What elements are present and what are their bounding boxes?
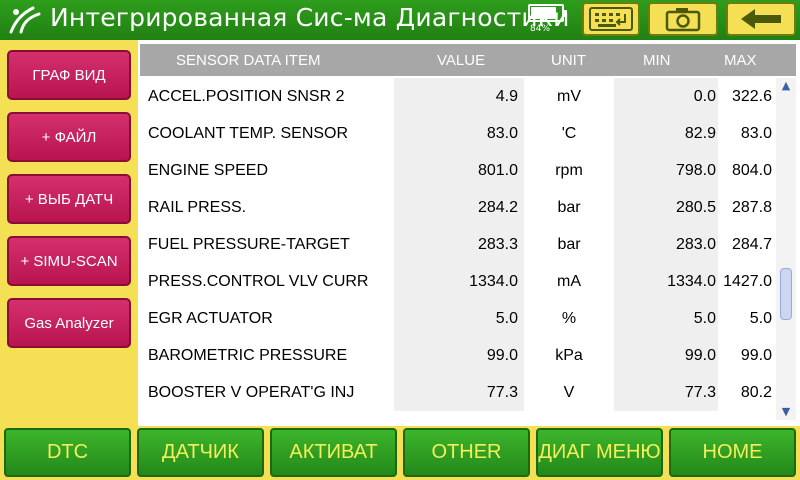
back-button[interactable] bbox=[726, 2, 796, 36]
screenshot-button[interactable] bbox=[648, 2, 718, 36]
sensor-name-cell: BOOSTER V OPERAT'G INJ bbox=[148, 384, 355, 401]
keyboard-button[interactable] bbox=[582, 2, 640, 36]
camera-icon bbox=[665, 8, 701, 32]
sensor-name-cell: FUEL PRESSURE-TARGET bbox=[148, 236, 350, 253]
unit-cell: % bbox=[561, 310, 577, 327]
value-cell: 284.2 bbox=[394, 189, 524, 226]
max-cell: 804.0 bbox=[731, 162, 772, 179]
min-cell: 5.0 bbox=[614, 300, 718, 337]
table-body: ACCEL.POSITION SNSR 2 4.9 mV 0.0 322.6 COOLAN… bbox=[140, 78, 776, 420]
value-cell: 4.9 bbox=[394, 78, 524, 115]
max-cell: 1427.0 bbox=[723, 273, 772, 290]
min-cell: 283.0 bbox=[614, 226, 718, 263]
table-row[interactable]: RAIL PRESS. 284.2 bar 280.5 287.8 bbox=[140, 189, 776, 226]
max-cell: 5.0 bbox=[749, 310, 772, 327]
table-row[interactable]: PRESS.CONTROL VLV CURR 1334.0 mA 1334.0 1427… bbox=[140, 263, 776, 300]
sensor-data-table: SENSOR DATA ITEM VALUE UNIT MIN MAX ACCE… bbox=[138, 40, 800, 426]
title-bar: Интегрированная Сис-ма Диагностики 84% bbox=[0, 0, 800, 40]
value-cell: 5.0 bbox=[394, 300, 524, 337]
other-button[interactable]: OTHER bbox=[403, 428, 530, 477]
unit-cell: mA bbox=[557, 273, 581, 290]
column-header-item: SENSOR DATA ITEM bbox=[176, 52, 321, 69]
value-cell: 99.0 bbox=[394, 337, 524, 374]
sensor-button[interactable]: ДАТЧИК bbox=[137, 428, 264, 477]
value-cell: 1334.0 bbox=[394, 263, 524, 300]
table-row[interactable]: EGR ACTUATOR 5.0% 5.0 5.0 bbox=[140, 300, 776, 337]
min-cell: 280.5 bbox=[614, 189, 718, 226]
value-cell: 83.0 bbox=[394, 115, 524, 152]
min-cell: 82.9 bbox=[614, 115, 718, 152]
sensor-name-cell: RAIL PRESS. bbox=[148, 199, 247, 216]
unit-cell: rpm bbox=[555, 162, 583, 179]
min-cell: 798.0 bbox=[614, 152, 718, 189]
min-cell: 99.0 bbox=[614, 337, 718, 374]
table-row[interactable]: BOOSTER V OPERAT'G INJ 77.3 V 77.3 80.2 bbox=[140, 374, 776, 411]
dtc-button[interactable]: DTC bbox=[4, 428, 131, 477]
sensor-name-cell: BAROMETRIC PRESSURE bbox=[148, 347, 348, 364]
table-row[interactable]: FUEL PRESSURE-TARGET 283.3 bar 283.0 284.7 bbox=[140, 226, 776, 263]
sensor-name-cell: ENGINE SPEED bbox=[148, 162, 269, 179]
scroll-down-icon[interactable]: ▼ bbox=[776, 404, 796, 420]
unit-cell: kPa bbox=[555, 347, 583, 364]
max-cell: 99.0 bbox=[740, 347, 772, 364]
activate-button[interactable]: АКТИВАТ bbox=[270, 428, 397, 477]
battery-percent: 84% bbox=[530, 24, 551, 34]
min-cell: 1334.0 bbox=[614, 263, 718, 300]
file-button[interactable]: + ФАЙЛ bbox=[7, 112, 131, 162]
max-cell: 322.6 bbox=[731, 88, 772, 105]
max-cell: 287.8 bbox=[731, 199, 772, 216]
gas-analyzer-button[interactable]: Gas Analyzer bbox=[7, 298, 131, 348]
scroll-up-icon[interactable]: ▲ bbox=[776, 78, 796, 94]
table-header: SENSOR DATA ITEM VALUE UNIT MIN MAX bbox=[140, 44, 796, 76]
column-header-value: VALUE bbox=[437, 52, 486, 69]
unit-cell: 'C bbox=[561, 125, 577, 142]
sensor-name-cell: EGR ACTUATOR bbox=[148, 310, 273, 327]
column-header-min: MIN bbox=[643, 52, 671, 69]
keyboard-icon bbox=[589, 7, 633, 31]
table-row[interactable]: COOLANT TEMP. SENSOR 83.0 'C 82.9 83.0 bbox=[140, 115, 776, 152]
battery-level-fill bbox=[531, 7, 557, 19]
unit-cell: bar bbox=[557, 236, 581, 253]
home-button[interactable]: HOME bbox=[669, 428, 796, 477]
max-cell: 284.7 bbox=[731, 236, 772, 253]
bottom-nav: DTC ДАТЧИК АКТИВАТ OTHER ДИАГ МЕНЮ HOME bbox=[0, 426, 800, 480]
sensor-name-cell: COOLANT TEMP. SENSOR bbox=[148, 125, 349, 142]
min-cell: 0.0 bbox=[614, 78, 718, 115]
sensor-name-cell: ACCEL.POSITION SNSR 2 bbox=[148, 88, 345, 105]
table-row[interactable]: ACCEL.POSITION SNSR 2 4.9 mV 0.0 322.6 bbox=[140, 78, 776, 115]
diag-menu-button[interactable]: ДИАГ МЕНЮ bbox=[536, 428, 663, 477]
graph-view-button[interactable]: ГРАФ ВИД bbox=[7, 50, 131, 100]
logo-icon bbox=[9, 6, 41, 34]
column-header-max: MAX bbox=[724, 52, 757, 69]
back-arrow-icon bbox=[741, 9, 781, 29]
scrollbar-thumb[interactable] bbox=[780, 268, 792, 320]
unit-cell: bar bbox=[557, 199, 581, 216]
column-header-unit: UNIT bbox=[551, 52, 586, 69]
max-cell: 80.2 bbox=[740, 384, 772, 401]
value-cell: 77.3 bbox=[394, 374, 524, 411]
simu-scan-button[interactable]: + SIMU-SCAN bbox=[7, 236, 131, 286]
sidebar: ГРАФ ВИД + ФАЙЛ + ВЫБ ДАТЧ + SIMU-SCAN G… bbox=[0, 40, 138, 426]
table-row[interactable]: ENGINE SPEED 801.0 rpm 798.0 804.0 bbox=[140, 152, 776, 189]
vertical-scrollbar[interactable]: ▲ ▼ bbox=[776, 78, 796, 420]
value-cell: 801.0 bbox=[394, 152, 524, 189]
value-cell: 283.3 bbox=[394, 226, 524, 263]
unit-cell: mV bbox=[557, 88, 581, 105]
min-cell: 77.3 bbox=[614, 374, 718, 411]
select-sensor-button[interactable]: + ВЫБ ДАТЧ bbox=[7, 174, 131, 224]
sensor-name-cell: PRESS.CONTROL VLV CURR bbox=[148, 273, 369, 290]
battery-icon bbox=[528, 4, 567, 22]
max-cell: 83.0 bbox=[740, 125, 772, 142]
unit-cell: V bbox=[563, 384, 575, 401]
app-title: Интегрированная Сис-ма Диагностики bbox=[50, 3, 570, 32]
table-row[interactable]: BAROMETRIC PRESSURE 99.0 kPa 99.0 99.0 bbox=[140, 337, 776, 374]
